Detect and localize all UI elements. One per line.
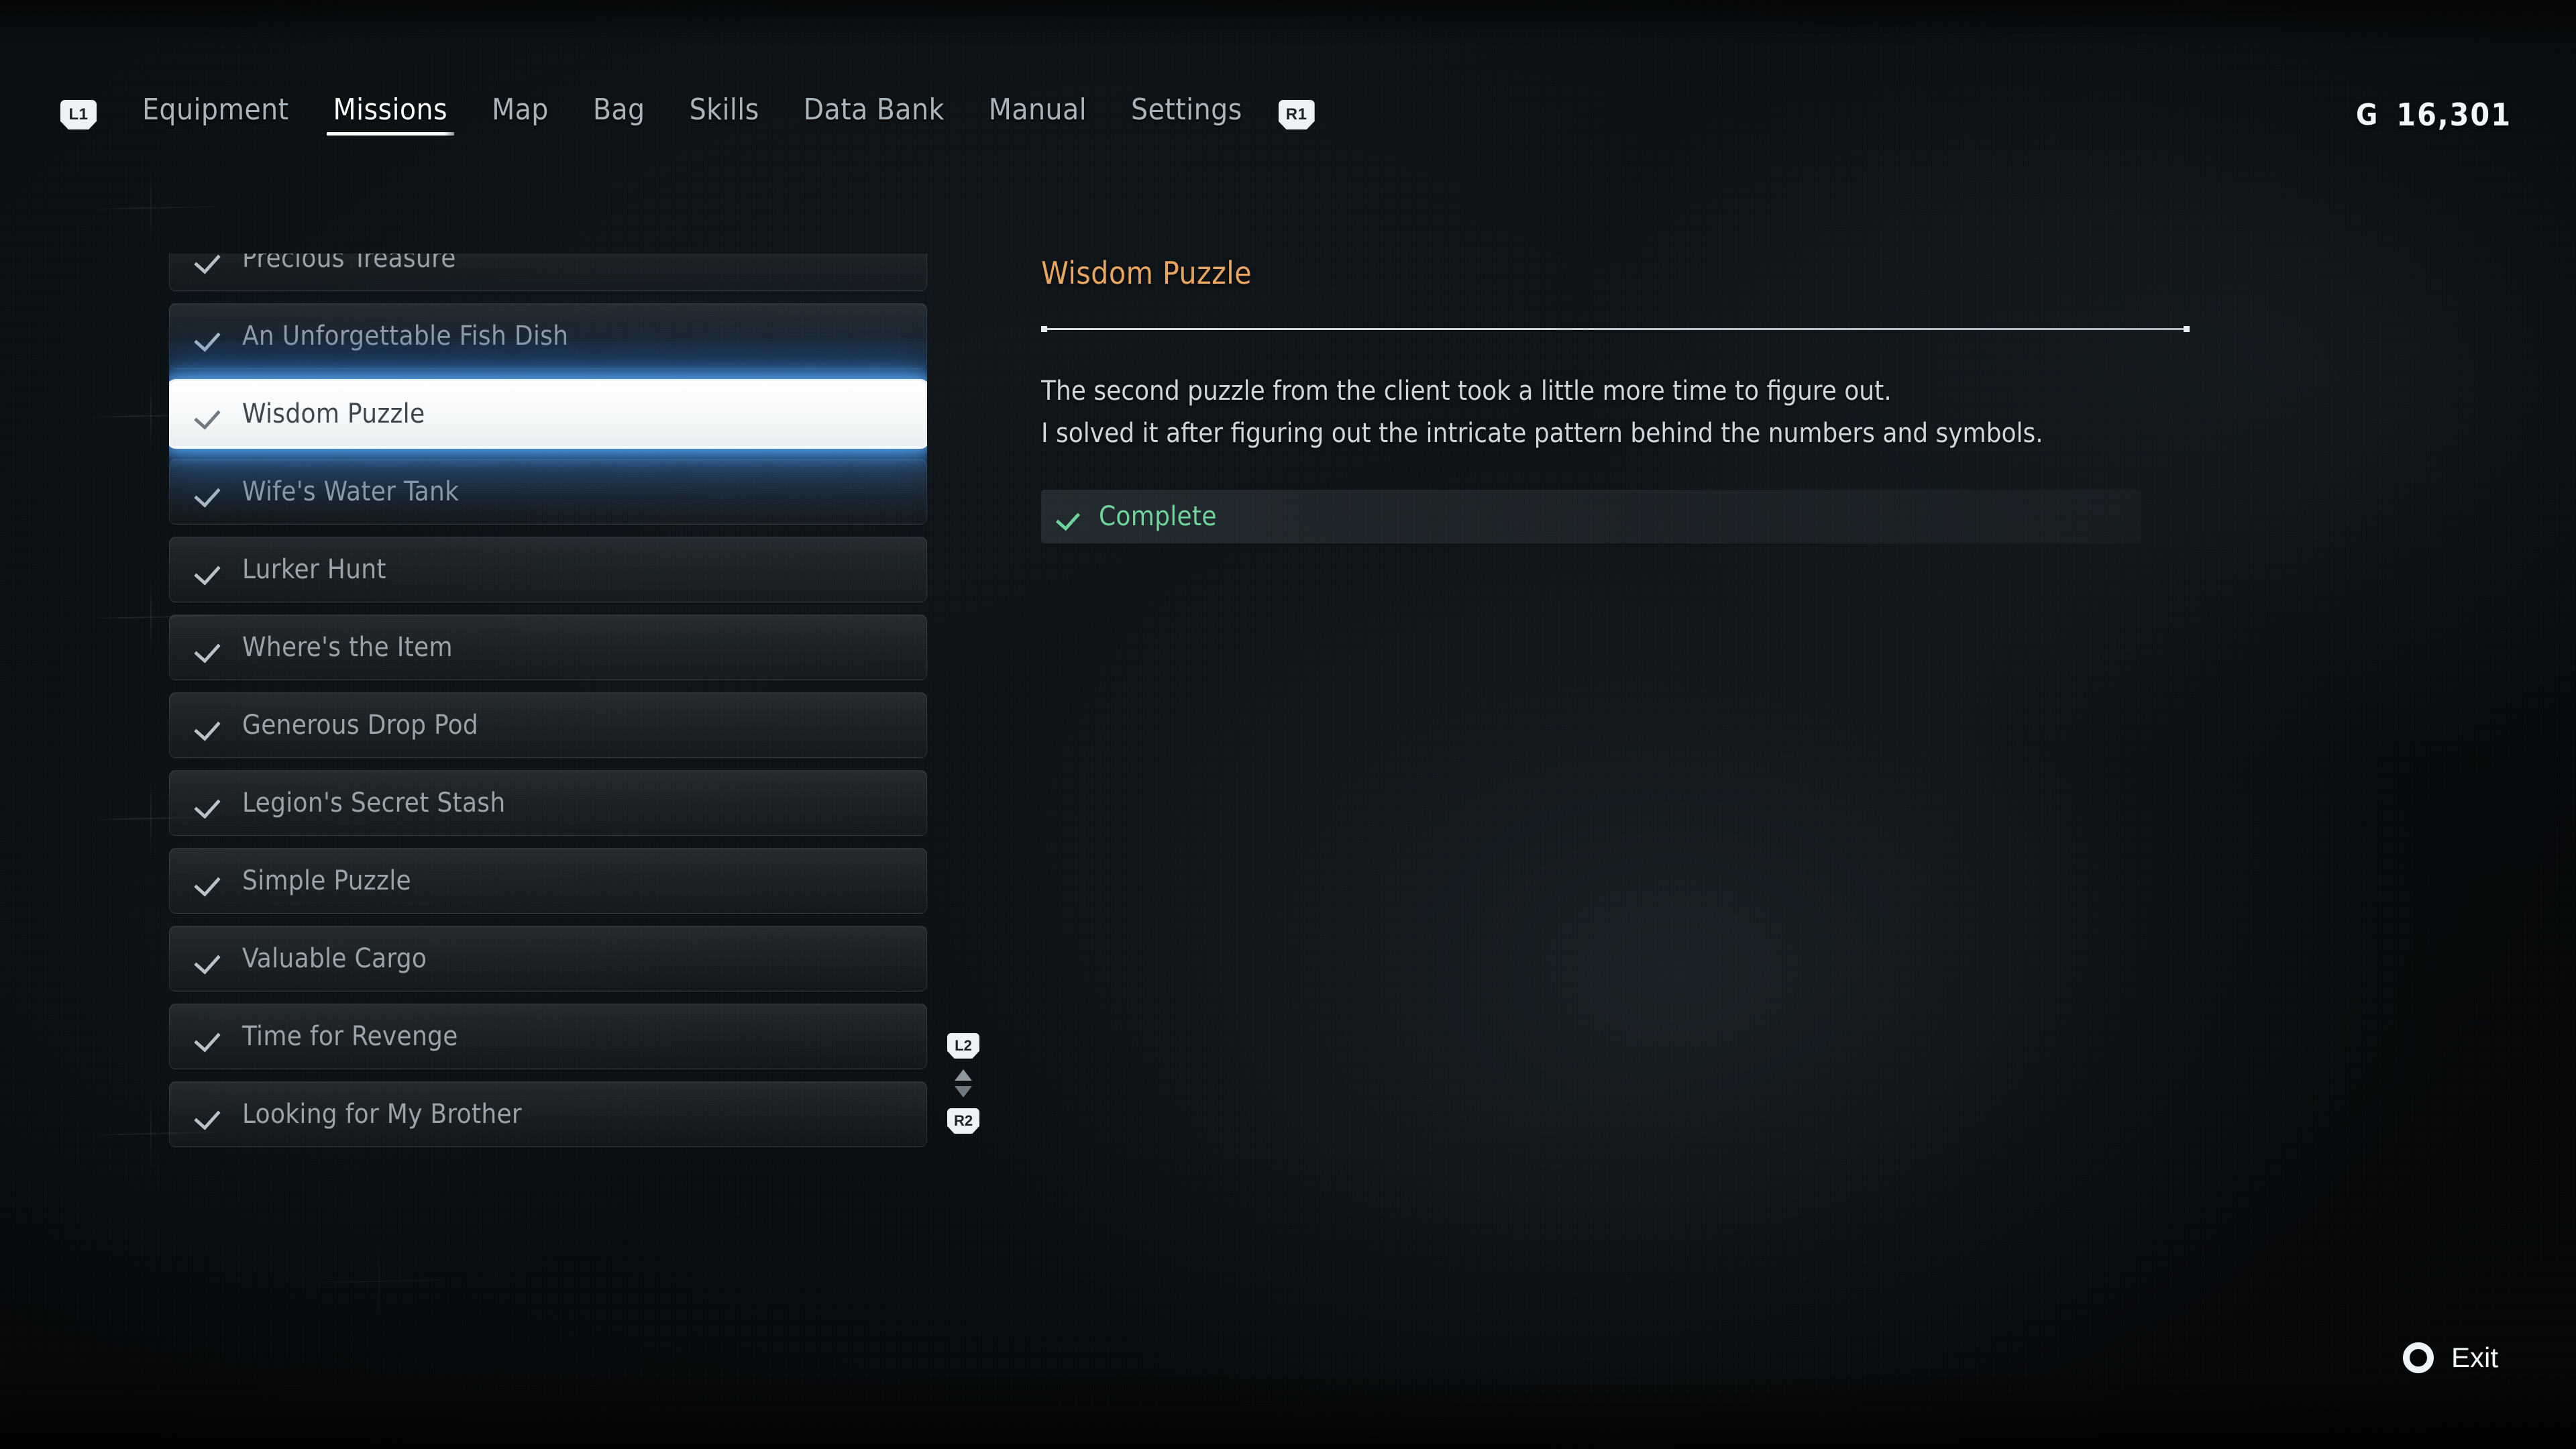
arrow-up-icon [955, 1069, 972, 1081]
currency-symbol-icon: G [2355, 97, 2379, 132]
mission-status-row: Complete [1041, 490, 2141, 544]
mission-list-item[interactable]: Generous Drop Pod [169, 692, 927, 758]
tab-bag[interactable]: Bag [586, 94, 652, 136]
check-icon [197, 1101, 223, 1128]
check-icon [197, 945, 223, 972]
check-icon [1059, 504, 1083, 529]
check-icon [197, 400, 223, 427]
mission-list-item-label: An Unforgettable Fish Dish [242, 321, 569, 352]
mission-list-item[interactable]: Lurker Hunt [169, 537, 927, 602]
divider-cap-right [2184, 326, 2190, 332]
tab-active-underline [326, 132, 455, 136]
mission-list-item-label: Where's the Item [242, 632, 453, 663]
check-icon [197, 254, 223, 272]
mission-detail-panel: Wisdom Puzzle The second puzzle from the… [1041, 255, 2190, 544]
mission-list-item[interactable]: Wisdom Puzzle [169, 381, 927, 447]
tab-data-bank[interactable]: Data Bank [797, 94, 951, 136]
mission-list-item-label: Simple Puzzle [242, 865, 411, 896]
r2-trigger-icon[interactable]: R2 [947, 1108, 979, 1134]
mission-list-item-label: Looking for My Brother [242, 1099, 522, 1130]
mission-list-item-label: Wisdom Puzzle [242, 398, 425, 429]
check-icon [197, 867, 223, 894]
tab-label: Missions [333, 93, 448, 127]
mission-list-item-label: Precious Treasure [242, 254, 456, 274]
list-scroll-hint: L2 R2 [939, 1033, 987, 1134]
mission-detail-description: The second puzzle from the client took a… [1041, 370, 2190, 455]
tab-label: Data Bank [803, 93, 945, 127]
check-icon [197, 323, 223, 350]
tab-label: Equipment [142, 93, 289, 127]
mission-list-item[interactable]: Precious Treasure [169, 254, 927, 291]
detail-divider [1041, 326, 2190, 332]
tab-equipment[interactable]: Equipment [136, 94, 296, 136]
game-menu-screen: L1 Equipment Missions Map Bag Skills Data Ban… [0, 0, 2576, 1449]
tab-label: Settings [1131, 93, 1242, 127]
mission-detail-title: Wisdom Puzzle [1041, 255, 1252, 291]
mission-list-item-label: Wife's Water Tank [242, 476, 460, 507]
mission-list-item[interactable]: Where's the Item [169, 614, 927, 680]
exit-button[interactable]: Exit [2402, 1342, 2498, 1374]
main-navigation-bar: L1 Equipment Missions Map Bag Skills Data Ban… [0, 86, 2576, 144]
decorative-crosshair-icon [87, 168, 215, 248]
divider-rule [1044, 328, 2187, 330]
check-icon [197, 634, 223, 661]
description-line-2: I solved it after figuring out the intri… [1041, 418, 2043, 449]
check-icon [197, 712, 223, 739]
arrow-down-icon [955, 1086, 972, 1097]
mission-list-item-label: Lurker Hunt [242, 554, 386, 585]
mission-list-item-label: Valuable Cargo [242, 943, 427, 974]
l1-bumper-icon[interactable]: L1 [60, 100, 97, 129]
mission-list-item[interactable]: Simple Puzzle [169, 848, 927, 914]
tab-missions[interactable]: Missions [326, 93, 455, 136]
mission-list-item[interactable]: Valuable Cargo [169, 926, 927, 991]
check-icon [197, 556, 223, 583]
r1-bumper-icon[interactable]: R1 [1278, 100, 1315, 129]
tab-settings[interactable]: Settings [1124, 94, 1249, 136]
circle-button-icon [2402, 1342, 2434, 1373]
exit-button-label: Exit [2451, 1342, 2498, 1373]
currency-display: G 16,301 [2356, 97, 2512, 133]
mission-list-item[interactable]: Legion's Secret Stash [169, 770, 927, 836]
decorative-crosshair-icon [315, 1241, 443, 1322]
mission-list-item-label: Time for Revenge [242, 1021, 458, 1052]
mission-list-item[interactable]: Looking for My Brother [169, 1081, 927, 1147]
tab-label: Skills [689, 93, 759, 127]
tab-map[interactable]: Map [485, 94, 555, 136]
mission-list-item[interactable]: Time for Revenge [169, 1004, 927, 1069]
tab-label: Bag [592, 93, 645, 127]
mission-list-item-label: Legion's Secret Stash [242, 788, 506, 818]
currency-amount: 16,301 [2396, 97, 2512, 133]
mission-list[interactable]: Precious Treasure An Unforgettable Fish D… [169, 254, 927, 1166]
check-icon [197, 790, 223, 816]
l2-trigger-icon[interactable]: L2 [947, 1033, 979, 1059]
check-icon [197, 1023, 223, 1050]
mission-list-item[interactable]: Wife's Water Tank [169, 459, 927, 525]
nav-tab-group: Equipment Missions Map Bag Skills Data Bank Ma… [97, 94, 1249, 136]
tab-manual[interactable]: Manual [982, 94, 1093, 136]
check-icon [197, 478, 223, 505]
description-line-1: The second puzzle from the client took a… [1041, 376, 1892, 407]
tab-label: Manual [988, 93, 1087, 127]
tab-skills[interactable]: Skills [683, 94, 766, 136]
mission-list-item-label: Generous Drop Pod [242, 710, 479, 741]
mission-list-item[interactable]: An Unforgettable Fish Dish [169, 303, 927, 369]
scroll-arrows [955, 1069, 972, 1097]
tab-label: Map [492, 93, 549, 127]
status-badge: Complete [1099, 501, 1217, 533]
